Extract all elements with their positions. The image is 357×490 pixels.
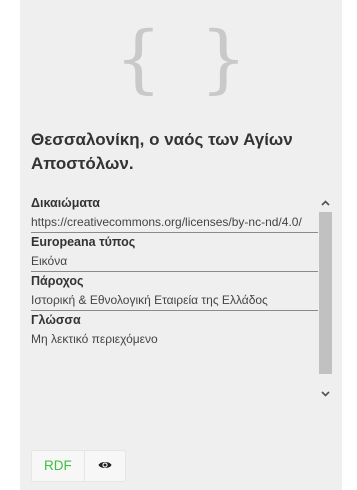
- scroll-up-arrow-icon[interactable]: [318, 194, 333, 211]
- field-label: Πάροχος: [31, 274, 84, 288]
- rdf-button[interactable]: RDF: [32, 451, 85, 481]
- view-button[interactable]: [85, 451, 125, 481]
- metadata-list: Δικαιώματα https://creativecommons.org/l…: [31, 194, 318, 350]
- metadata-scrollbar[interactable]: [318, 194, 333, 402]
- field-label: Δικαιώματα: [31, 196, 100, 210]
- item-title[interactable]: Θεσσαλονίκη, ο ναός των Αγίων Αποστόλων.: [31, 128, 336, 176]
- metadata-field-type: Europeana τύπος Εικόνα: [31, 233, 318, 272]
- metadata-field-provider: Πάροχος Ιστορική & Εθνολογική Εταιρεία τ…: [31, 272, 318, 311]
- result-card: {} Θεσσαλονίκη, ο ναός των Αγίων Αποστόλ…: [20, 0, 342, 490]
- field-value: Εικόνα: [31, 252, 318, 272]
- metadata-panel[interactable]: Δικαιώματα https://creativecommons.org/l…: [31, 194, 333, 402]
- field-label: Europeana τύπος: [31, 235, 136, 249]
- field-label: Γλώσσα: [31, 313, 81, 327]
- scrollbar-thumb[interactable]: [319, 212, 332, 374]
- metadata-field-language: Γλώσσα Μη λεκτικό περιεχόμενο: [31, 311, 318, 350]
- field-value: Μη λεκτικό περιεχόμενο: [31, 332, 158, 346]
- card-actions: RDF: [31, 450, 126, 482]
- field-value: Ιστορική & Εθνολογική Εταιρεία της Ελλάδ…: [31, 291, 318, 311]
- eye-icon: [98, 457, 112, 475]
- field-value[interactable]: https://creativecommons.org/licenses/by-…: [31, 213, 318, 233]
- thumbnail-placeholder: {}: [20, 0, 342, 118]
- metadata-field-rights: Δικαιώματα https://creativecommons.org/l…: [31, 194, 318, 233]
- scroll-down-arrow-icon[interactable]: [318, 385, 333, 402]
- curly-braces-icon: {}: [114, 16, 286, 102]
